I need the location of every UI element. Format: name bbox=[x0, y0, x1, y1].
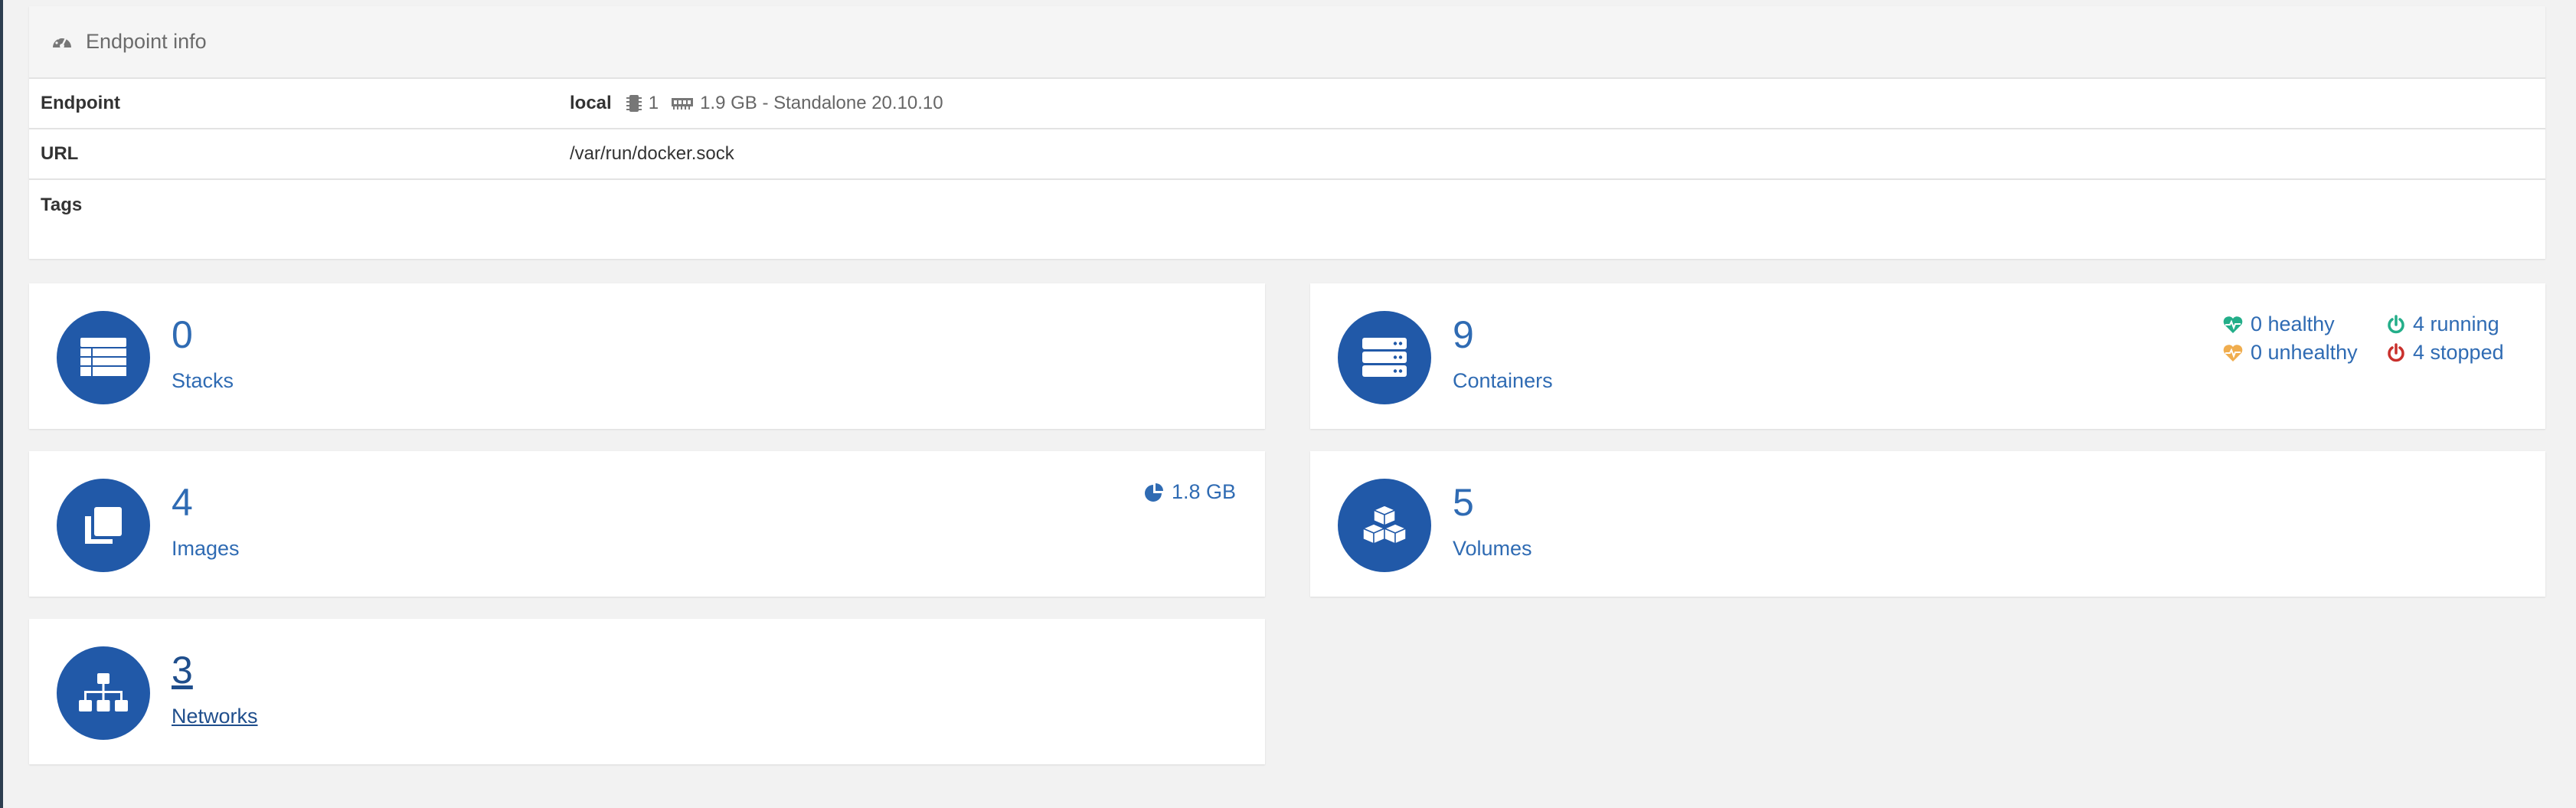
networks-icon-circle bbox=[57, 646, 150, 740]
images-count: 4 bbox=[172, 481, 193, 524]
table-icon bbox=[80, 338, 126, 376]
images-tile[interactable]: 4 Images 1.8 GB bbox=[29, 451, 1265, 597]
containers-running-text: 4 running bbox=[2413, 312, 2499, 335]
networks-count[interactable]: 3 bbox=[172, 648, 193, 692]
stacks-label: Stacks bbox=[172, 369, 234, 392]
endpoint-info-header: Endpoint info bbox=[29, 6, 2545, 79]
containers-stopped-text: 4 stopped bbox=[2413, 341, 2504, 364]
containers-healthy-text: 0 healthy bbox=[2251, 312, 2335, 335]
endpoint-memory: 1.9 GB - Standalone 20.10.10 bbox=[700, 93, 943, 113]
url-value: /var/run/docker.sock bbox=[570, 143, 734, 164]
endpoint-name: local bbox=[570, 93, 612, 113]
heartbeat-icon bbox=[2223, 344, 2243, 361]
stacks-icon-circle bbox=[57, 311, 150, 404]
containers-healthy[interactable]: 0 healthy bbox=[2223, 312, 2335, 336]
power-icon bbox=[2388, 342, 2404, 361]
endpoint-key: Endpoint bbox=[41, 93, 120, 113]
containers-icon-circle bbox=[1338, 311, 1431, 404]
containers-label: Containers bbox=[1453, 369, 1553, 392]
pie-chart-icon bbox=[1145, 483, 1163, 502]
tags-key: Tags bbox=[41, 195, 83, 215]
endpoint-cpu: 1 bbox=[648, 93, 659, 113]
containers-running[interactable]: 4 running bbox=[2387, 312, 2499, 336]
endpoint-value: local 1 1.9 GB - Standalone 20.10.10 bbox=[570, 93, 943, 114]
endpoint-info-title: Endpoint info bbox=[86, 30, 207, 53]
containers-stopped[interactable]: 4 stopped bbox=[2387, 341, 2504, 365]
containers-tile[interactable]: 9 Containers 0 healthy 4 running 0 unhea… bbox=[1310, 283, 2545, 429]
url-row: URL /var/run/docker.sock bbox=[29, 129, 2545, 180]
images-icon-circle bbox=[57, 479, 150, 572]
stacks-count: 0 bbox=[172, 313, 193, 356]
endpoint-info-panel: Endpoint info Endpoint local 1 1.9 GB - … bbox=[29, 6, 2545, 259]
networks-label[interactable]: Networks bbox=[172, 705, 258, 728]
containers-count: 9 bbox=[1453, 313, 1474, 356]
stacks-tile[interactable]: 0 Stacks bbox=[29, 283, 1265, 429]
url-key: URL bbox=[41, 143, 79, 164]
dashboard-page: Endpoint info Endpoint local 1 1.9 GB - … bbox=[0, 0, 2576, 808]
cubes-icon bbox=[1362, 505, 1407, 545]
images-size: 1.8 GB bbox=[1144, 480, 1236, 504]
networks-tile[interactable]: 3 Networks bbox=[29, 619, 1265, 764]
power-icon bbox=[2388, 314, 2404, 333]
volumes-count: 5 bbox=[1453, 481, 1474, 524]
clone-icon bbox=[85, 507, 122, 544]
containers-unhealthy-text: 0 unhealthy bbox=[2251, 341, 2358, 364]
images-label: Images bbox=[172, 537, 240, 560]
images-size-text: 1.8 GB bbox=[1172, 480, 1237, 503]
heartbeat-icon bbox=[2223, 316, 2243, 333]
tags-row: Tags bbox=[29, 180, 2545, 231]
endpoint-row: Endpoint local 1 1.9 GB - Standalone 20.… bbox=[29, 79, 2545, 129]
tachometer-icon bbox=[53, 34, 71, 48]
server-icon bbox=[1362, 338, 1407, 377]
memory-icon bbox=[672, 98, 694, 110]
volumes-label: Volumes bbox=[1453, 537, 1532, 560]
microchip-icon bbox=[626, 95, 642, 112]
volumes-tile[interactable]: 5 Volumes bbox=[1310, 451, 2545, 597]
volumes-icon-circle bbox=[1338, 479, 1431, 572]
containers-unhealthy[interactable]: 0 unhealthy bbox=[2223, 341, 2358, 365]
sitemap-icon bbox=[79, 673, 128, 711]
